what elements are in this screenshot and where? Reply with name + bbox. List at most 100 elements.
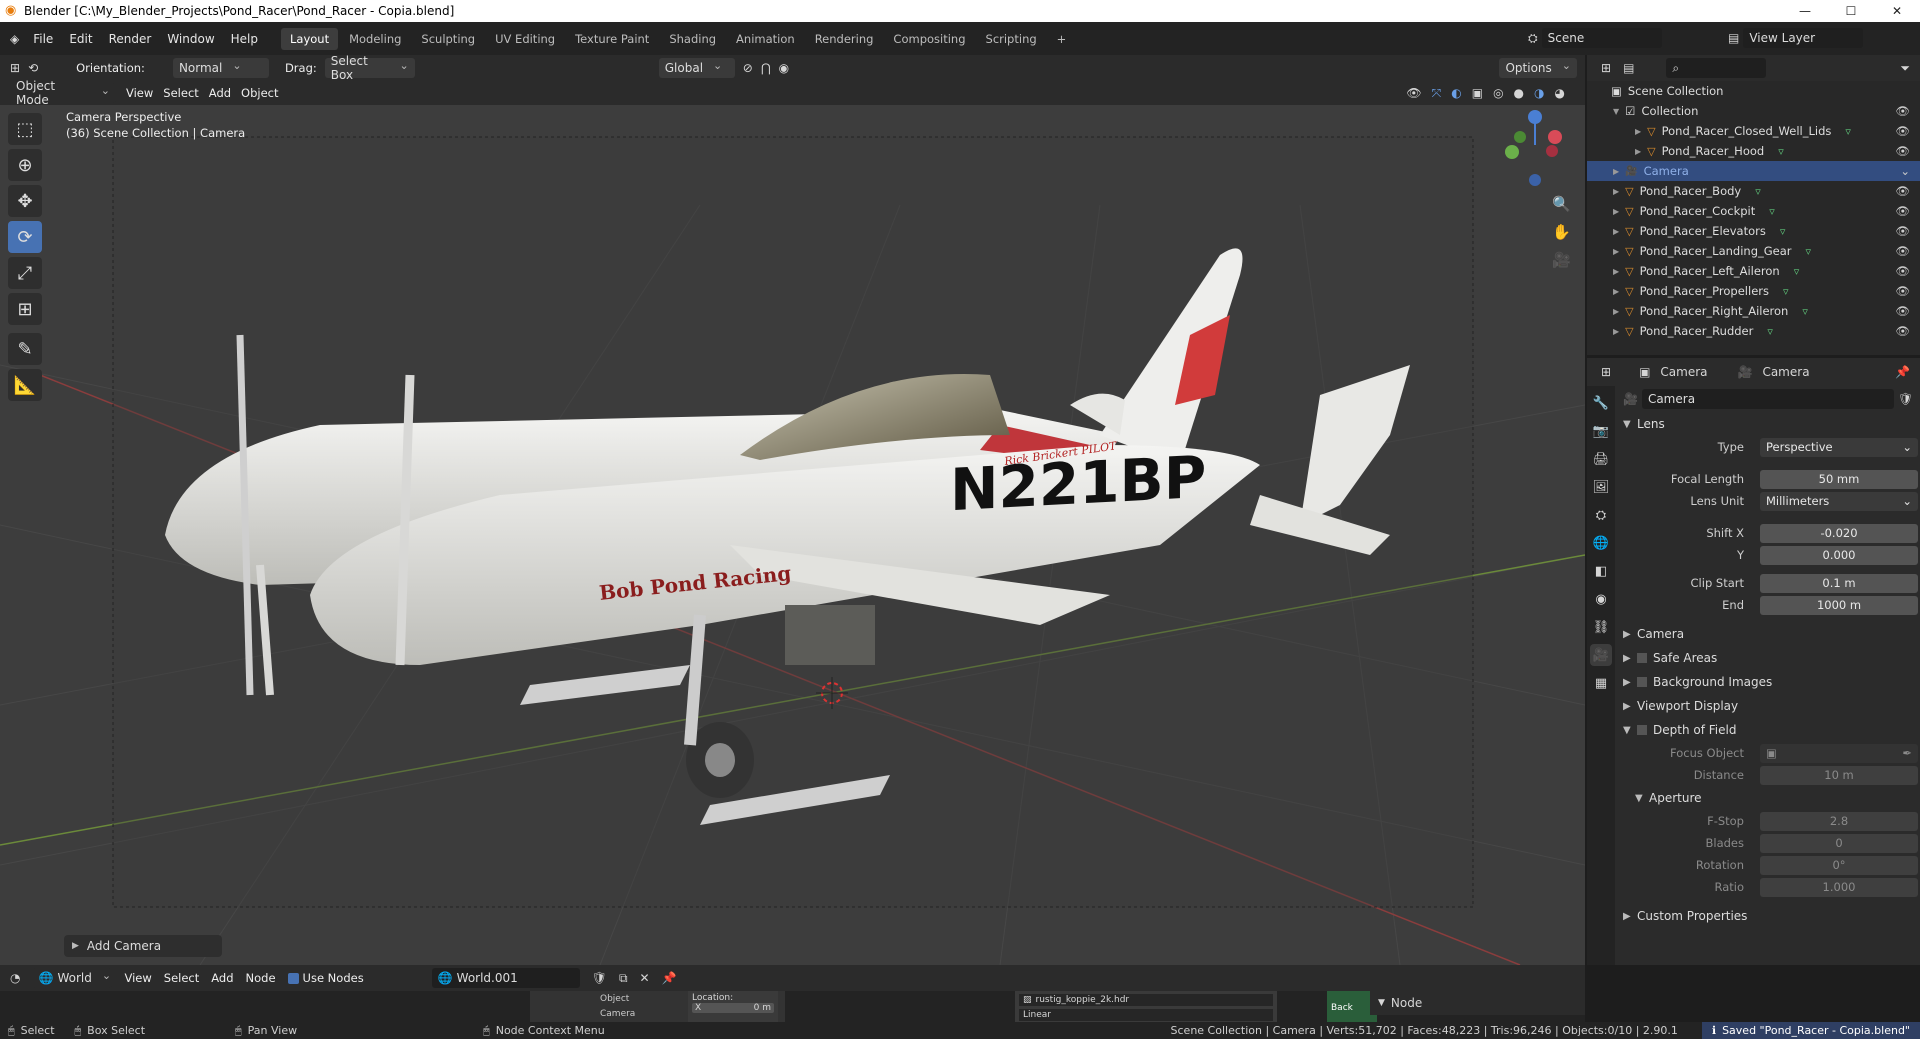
depth-of-field-checkbox[interactable] (1637, 725, 1647, 735)
shader-menu-add[interactable]: Add (211, 971, 233, 985)
use-nodes-checkbox[interactable] (287, 972, 299, 984)
tab-uv-editing[interactable]: UV Editing (486, 28, 564, 50)
minimize-button[interactable]: — (1782, 0, 1828, 22)
menu-help[interactable]: Help (223, 32, 266, 46)
tab-scripting[interactable]: Scripting (977, 28, 1046, 50)
background-images-checkbox[interactable] (1637, 677, 1647, 687)
tab-sculpting[interactable]: Sculpting (412, 28, 484, 50)
duplicate-icon[interactable]: ⧉ (619, 971, 628, 986)
outliner-row-pond-racer-rudder[interactable]: ▶ ▽ Pond_Racer_Rudder ▿ 👁 (1587, 321, 1920, 341)
menu-object[interactable]: Object (241, 86, 278, 100)
panel-depth-of-field-header[interactable]: ▼ Depth of Field (1615, 718, 1920, 742)
distance-field[interactable]: 10 m (1760, 765, 1918, 785)
outliner-row-pond-racer-right-aileron[interactable]: ▶ ▽ Pond_Racer_Right_Aileron ▿ 👁 (1587, 301, 1920, 321)
visibility-eye-icon[interactable]: 👁 (1895, 244, 1910, 258)
outliner-row-camera[interactable]: ▶ 🎥 Camera ⌄ (1587, 161, 1920, 181)
rotation-field[interactable]: 0° (1760, 855, 1918, 875)
shader-menu-node[interactable]: Node (246, 971, 276, 985)
focus-object-field[interactable]: ▣ ✒ (1760, 743, 1918, 763)
pan-hand-icon[interactable]: ✋ (1552, 223, 1571, 241)
location-x-field[interactable]: X0 m (692, 1003, 774, 1013)
expand-arrow-icon[interactable]: ▶ (1613, 227, 1619, 236)
use-nodes-toggle[interactable]: Use Nodes (287, 971, 364, 985)
object-tab-icon[interactable]: ◧ (1590, 560, 1612, 582)
world-datablock-field[interactable]: 🌐 World.001 (431, 968, 580, 988)
interpolation-dropdown[interactable]: Linear (1019, 1009, 1273, 1021)
expand-arrow-icon[interactable]: ▶ (1613, 287, 1619, 296)
transform-tool-icon[interactable]: ⊞ (8, 293, 42, 325)
scene-name[interactable]: Scene (1541, 28, 1662, 48)
panel-safe-areas-header[interactable]: ▶ Safe Areas (1615, 646, 1920, 670)
maximize-button[interactable]: ☐ (1828, 0, 1874, 22)
panel-camera-header[interactable]: ▶ Camera (1615, 622, 1920, 646)
visibility-eye-icon[interactable]: 👁 (1895, 324, 1910, 338)
measure-tool-icon[interactable]: 📐 (8, 369, 42, 401)
navigation-gizmo[interactable] (1505, 110, 1562, 186)
panel-custom-properties-header[interactable]: ▶ Custom Properties (1615, 904, 1920, 928)
editor-type-icon[interactable]: ⊞ (10, 61, 20, 75)
panel-aperture-header[interactable]: ▼ Aperture (1615, 786, 1920, 810)
move-tool-icon[interactable]: ✥ (8, 185, 42, 217)
properties-editor-icon[interactable]: ⊞ (1601, 365, 1611, 379)
options-dropdown[interactable]: Options (1499, 58, 1577, 78)
scene-tab-icon[interactable]: ⛭ (1590, 504, 1612, 526)
world-tab-icon[interactable]: 🌐 (1590, 532, 1612, 554)
material-shading-icon[interactable]: ◑ (1534, 86, 1544, 100)
blades-field[interactable]: 0 (1760, 833, 1918, 853)
shader-menu-select[interactable]: Select (164, 971, 199, 985)
snap-icon[interactable]: ⊘ (743, 61, 753, 75)
expand-arrow-icon[interactable]: ▶ (1613, 267, 1619, 276)
type-dropdown[interactable]: Perspective ⌄ (1760, 437, 1918, 457)
tab-compositing[interactable]: Compositing (884, 28, 974, 50)
visibility-eye-icon[interactable]: 👁 (1895, 104, 1910, 118)
close-button[interactable]: ✕ (1874, 0, 1920, 22)
eyedropper-icon[interactable]: ✒ (1902, 746, 1912, 760)
outliner-search-input[interactable]: ⌕ (1666, 58, 1767, 78)
menu-edit[interactable]: Edit (61, 32, 100, 46)
view-layer-selector[interactable]: ▤ View Layer (1728, 28, 1864, 48)
tab-rendering[interactable]: Rendering (806, 28, 883, 50)
visibility-icon[interactable]: 👁 (1406, 86, 1421, 100)
shift-x-field[interactable]: -0.020 (1760, 523, 1918, 543)
rotate-tool-icon[interactable]: ⟳ (8, 221, 42, 253)
menu-render[interactable]: Render (101, 32, 160, 46)
wireframe-shading-icon[interactable]: ◎ (1493, 86, 1503, 100)
outliner-row-pond-racer-landing-gear[interactable]: ▶ ▽ Pond_Racer_Landing_Gear ▿ 👁 (1587, 241, 1920, 261)
visibility-eye-icon[interactable]: 👁 (1895, 184, 1910, 198)
outliner-row-pond-racer-hood[interactable]: ▶ ▽ Pond_Racer_Hood ▿ 👁 (1587, 141, 1920, 161)
outliner-row-collection[interactable]: ▼ ☑ Collection 👁 (1587, 101, 1920, 121)
tab-modeling[interactable]: Modeling (340, 28, 410, 50)
visibility-eye-icon[interactable]: 👁 (1895, 144, 1910, 158)
cursor-tool-icon[interactable]: ⊕ (8, 149, 42, 181)
solid-shading-icon[interactable]: ● (1514, 86, 1524, 100)
visibility-eye-icon[interactable]: 👁 (1895, 264, 1910, 278)
fake-user-icon[interactable]: 🛡 (1898, 392, 1913, 406)
camera-data-tab-icon[interactable]: 🎥 (1590, 644, 1612, 666)
unlink-icon[interactable]: ✕ (640, 971, 650, 985)
tab-texture-paint[interactable]: Texture Paint (566, 28, 658, 50)
shader-menu-view[interactable]: View (124, 971, 151, 985)
fake-user-shield-icon[interactable]: 🛡 (592, 971, 607, 985)
datablock-name-field[interactable]: Camera (1641, 389, 1894, 409)
add-workspace-button[interactable]: + (1048, 28, 1076, 50)
expand-arrow-icon[interactable]: ▶ (1613, 247, 1619, 256)
panel-viewport-display-header[interactable]: ▶ Viewport Display (1615, 694, 1920, 718)
visibility-eye-icon[interactable]: 👁 (1895, 124, 1910, 138)
constraints-tab-icon[interactable]: ⛓ (1590, 616, 1612, 638)
environment-texture-node[interactable]: ▨ rustig_koppie_2k.hdr Linear (1015, 991, 1277, 1022)
saved-report[interactable]: ℹ Saved "Pond_Racer - Copia.blend" (1701, 1022, 1920, 1039)
menu-window[interactable]: Window (159, 32, 222, 46)
tool-tab-icon[interactable]: 🔧 (1590, 392, 1612, 414)
lens-unit-dropdown[interactable]: Millimeters ⌄ (1760, 491, 1918, 511)
view-layer-tab-icon[interactable]: 🖼 (1590, 476, 1612, 498)
expand-arrow-icon[interactable]: ▶ (1613, 307, 1619, 316)
last-operator-panel[interactable]: ▶ Add Camera (64, 935, 222, 957)
visibility-eye-icon[interactable]: 👁 (1895, 304, 1910, 318)
node-texture-coordinate[interactable]: Object Camera Location: X0 m (530, 991, 785, 1022)
scale-tool-icon[interactable]: ⤢ (8, 257, 42, 289)
display-mode-icon[interactable]: ▤ (1623, 61, 1634, 75)
clip-start-field[interactable]: 0.1 m (1760, 573, 1918, 593)
select-box-tool-icon[interactable]: ⬚ (8, 113, 42, 145)
menu-view[interactable]: View (126, 86, 153, 100)
proportional-icon[interactable]: ◉ (779, 61, 789, 75)
